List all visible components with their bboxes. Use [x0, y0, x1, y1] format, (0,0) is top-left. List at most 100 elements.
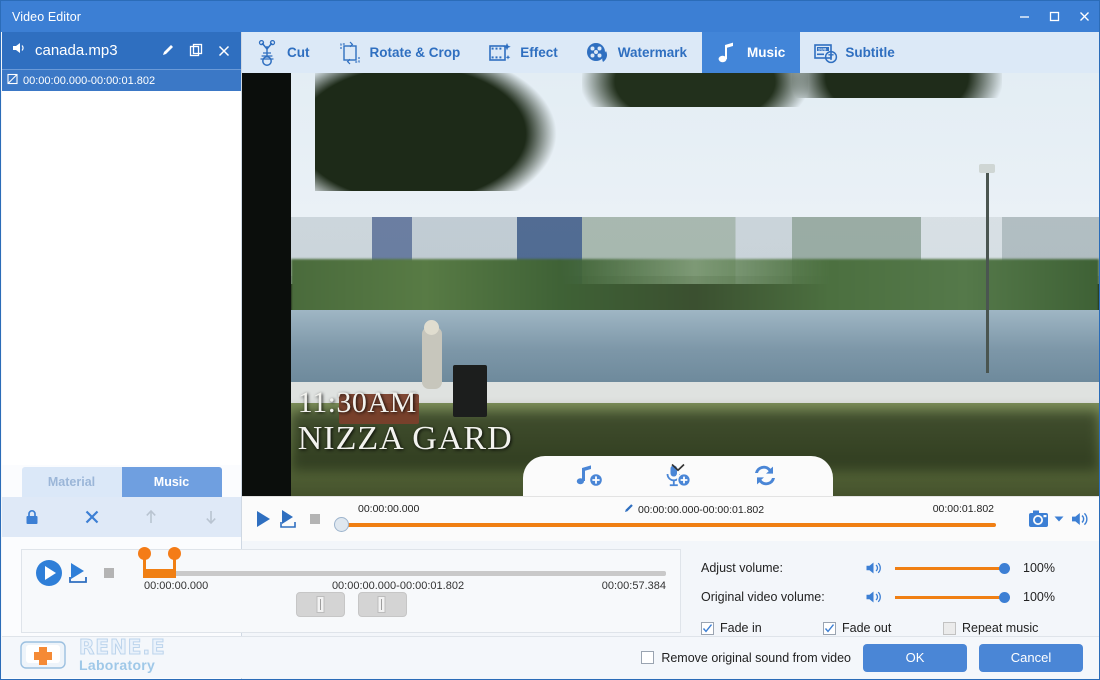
pencil-icon[interactable]	[624, 503, 635, 517]
speaker-icon[interactable]	[863, 560, 885, 576]
music-trim-end-handle[interactable]	[168, 547, 181, 578]
brand-name: RENE.E	[79, 634, 166, 659]
overlay-text-time: 11:30AM	[297, 386, 417, 420]
delete-icon[interactable]	[62, 497, 122, 537]
floating-music-toolbar	[523, 456, 833, 496]
tab-music-label: Music	[747, 45, 786, 60]
music-selection-range[interactable]	[144, 569, 176, 578]
footer-bar: RENE.E Laboratory Remove original sound …	[2, 636, 1099, 678]
camera-icon[interactable]	[1026, 504, 1052, 534]
title-bar: Video Editor	[1, 1, 1099, 32]
music-trim-start-handle[interactable]	[138, 547, 151, 578]
slider-knob[interactable]	[999, 591, 1010, 603]
minimize-icon[interactable]	[1009, 1, 1039, 32]
original-volume-value: 100%	[1023, 589, 1055, 604]
repeat-music-checkbox[interactable]: Repeat music	[943, 621, 1038, 635]
tree-canopy-left	[315, 73, 558, 192]
fade-in-checkbox[interactable]: Fade in	[701, 621, 823, 635]
lamp-head	[979, 163, 996, 173]
player-time-range: 00:00:00.000-00:00:01.802	[638, 503, 765, 516]
music-note-icon	[718, 42, 734, 62]
video-editor-window: Video Editor Cut Rotate & Crop Effect Wa…	[0, 0, 1100, 680]
sidebar-tab-material[interactable]: Material	[21, 467, 122, 497]
sidebar-tab-music-label: Music	[153, 475, 190, 489]
fade-in-label: Fade in	[720, 621, 762, 635]
window-title: Video Editor	[12, 9, 82, 24]
player-control-bar: 00:00:00.000 00:00:00.000-00:00:01.802 0…	[242, 496, 1099, 541]
caret-down-icon[interactable]	[1054, 510, 1064, 528]
rene-e-logo-icon	[18, 630, 70, 679]
sidebar-tab-strip: Material Music	[2, 465, 241, 497]
music-timeline[interactable]: 00:00:00.000 00:00:00.000-00:00:01.802 0…	[130, 547, 666, 596]
original-volume-label: Original video volume:	[701, 589, 825, 604]
music-list-item[interactable]: canada.mp3	[2, 32, 241, 69]
original-volume-slider[interactable]	[895, 590, 1010, 604]
music-edit-panel: 00:00:00.000 00:00:00.000-00:00:01.802 0…	[21, 547, 681, 633]
tab-subtitle[interactable]: SUB Subtitle	[800, 32, 910, 73]
crop-rotate-icon	[339, 41, 360, 64]
play-selection-icon[interactable]	[64, 556, 94, 590]
move-down-icon[interactable]	[181, 497, 241, 537]
ok-button[interactable]: OK	[863, 643, 967, 672]
adjust-volume-value: 100%	[1023, 560, 1055, 575]
play-selection-icon[interactable]	[276, 504, 302, 534]
svg-text:SUB: SUB	[818, 46, 827, 51]
tab-music[interactable]: Music	[702, 32, 801, 73]
sidebar-action-bar	[2, 497, 241, 537]
window-controls	[1009, 1, 1099, 32]
slider-knob[interactable]	[999, 562, 1010, 574]
sidebar-tab-music[interactable]: Music	[121, 467, 222, 497]
player-progress-rail[interactable]	[342, 522, 996, 527]
speaker-icon	[11, 40, 27, 61]
player-timeline[interactable]: 00:00:00.000 00:00:00.000-00:00:01.802 0…	[334, 497, 1016, 542]
fade-options-row: Fade in Fade out Repeat music	[701, 621, 1093, 635]
stop-icon[interactable]	[94, 556, 124, 590]
editor-tab-toolbar: Cut Rotate & Crop Effect Watermark Music…	[242, 32, 1099, 73]
stop-icon[interactable]	[302, 504, 328, 534]
fade-out-checkbox[interactable]: Fade out	[823, 621, 943, 635]
tab-watermark[interactable]: Watermark	[573, 32, 702, 73]
speaker-icon[interactable]	[863, 589, 885, 605]
tab-cut[interactable]: Cut	[242, 32, 325, 73]
music-range-row[interactable]: 00:00:00.000-00:00:01.802	[2, 69, 241, 91]
maximize-icon[interactable]	[1039, 1, 1069, 32]
remove-original-sound-checkbox[interactable]: Remove original sound from video	[641, 651, 851, 665]
player-progress-knob[interactable]	[334, 516, 349, 532]
music-settings: Adjust volume: 100% Original video volum…	[701, 553, 1093, 635]
close-icon[interactable]	[214, 41, 234, 61]
move-up-icon[interactable]	[122, 497, 182, 537]
player-right-controls	[1026, 504, 1099, 534]
chevron-down-icon[interactable]	[671, 459, 686, 477]
tab-subtitle-label: Subtitle	[845, 45, 895, 60]
player-time-total: 00:00:01.802	[932, 502, 994, 515]
copy-icon[interactable]	[186, 41, 206, 61]
tree-canopy-right	[791, 73, 1003, 99]
video-overlay-text: 11:30AM NIZZA GARD	[298, 386, 513, 458]
tab-watermark-label: Watermark	[617, 45, 688, 60]
music-time-end: 00:00:57.384	[601, 580, 666, 592]
pencil-icon[interactable]	[158, 41, 178, 61]
lock-icon[interactable]	[2, 497, 62, 537]
play-icon[interactable]	[250, 504, 276, 534]
person-figure	[421, 326, 442, 389]
music-time-range: 00:00:00.000-00:00:01.802	[331, 580, 465, 592]
tab-effect[interactable]: Effect	[475, 32, 573, 73]
brand-logo: RENE.E Laboratory	[2, 630, 166, 679]
adjust-volume-row: Adjust volume: 100%	[701, 553, 1093, 582]
music-timeline-rail[interactable]	[144, 571, 666, 576]
speaker-icon[interactable]	[1066, 504, 1092, 534]
check-icon	[702, 623, 713, 632]
tab-rotate-crop-label: Rotate & Crop	[369, 45, 461, 60]
slider-track	[895, 566, 1009, 570]
video-preview[interactable]: 11:30AM NIZZA GARD	[242, 73, 1099, 496]
adjust-volume-slider[interactable]	[895, 561, 1010, 575]
close-icon[interactable]	[1069, 1, 1099, 32]
play-icon[interactable]	[34, 556, 64, 590]
original-volume-row: Original video volume: 100%	[701, 582, 1093, 611]
replace-music-icon[interactable]	[748, 462, 782, 490]
add-music-icon[interactable]	[574, 462, 608, 490]
footer-actions: Remove original sound from video OK Canc…	[641, 643, 1099, 672]
cancel-button[interactable]: Cancel	[979, 643, 1083, 672]
tab-rotate-crop[interactable]: Rotate & Crop	[325, 32, 476, 73]
checkbox-box	[641, 651, 655, 664]
